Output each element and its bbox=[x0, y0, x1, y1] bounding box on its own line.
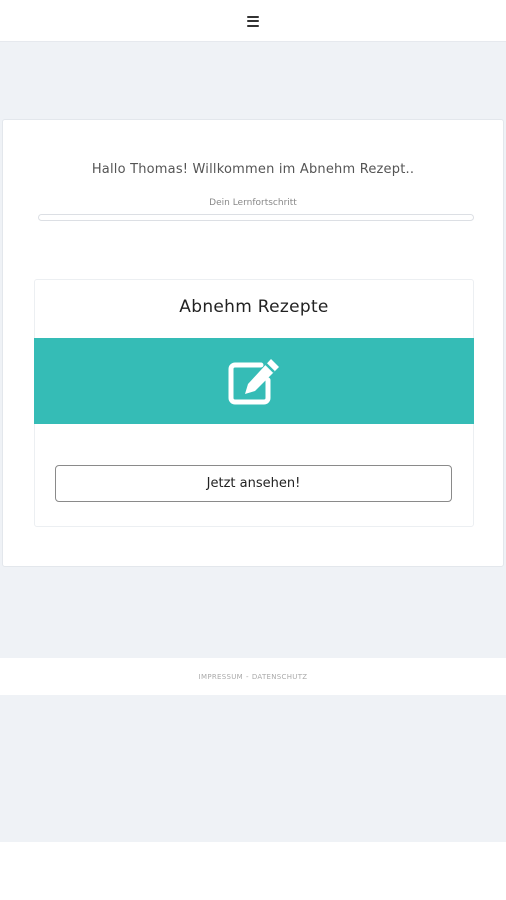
bottom-background bbox=[0, 695, 506, 842]
hamburger-menu-icon[interactable] bbox=[247, 15, 259, 27]
footer: IMPRESSUM - DATENSCHUTZ bbox=[0, 658, 506, 695]
view-now-button[interactable]: Jetzt ansehen! bbox=[55, 465, 452, 502]
course-title: Abnehm Rezepte bbox=[179, 297, 329, 317]
impressum-link[interactable]: IMPRESSUM bbox=[199, 673, 243, 681]
welcome-greeting: Hallo Thomas! Willkommen im Abnehm Rezep… bbox=[91, 162, 415, 177]
progress-label: Dein Lernfortschritt bbox=[209, 198, 297, 208]
footer-separator: - bbox=[246, 672, 249, 681]
datenschutz-link[interactable]: DATENSCHUTZ bbox=[252, 673, 308, 681]
top-bar bbox=[0, 0, 506, 42]
progress-bar bbox=[38, 214, 474, 221]
edit-icon bbox=[228, 359, 279, 405]
course-banner bbox=[34, 338, 474, 424]
